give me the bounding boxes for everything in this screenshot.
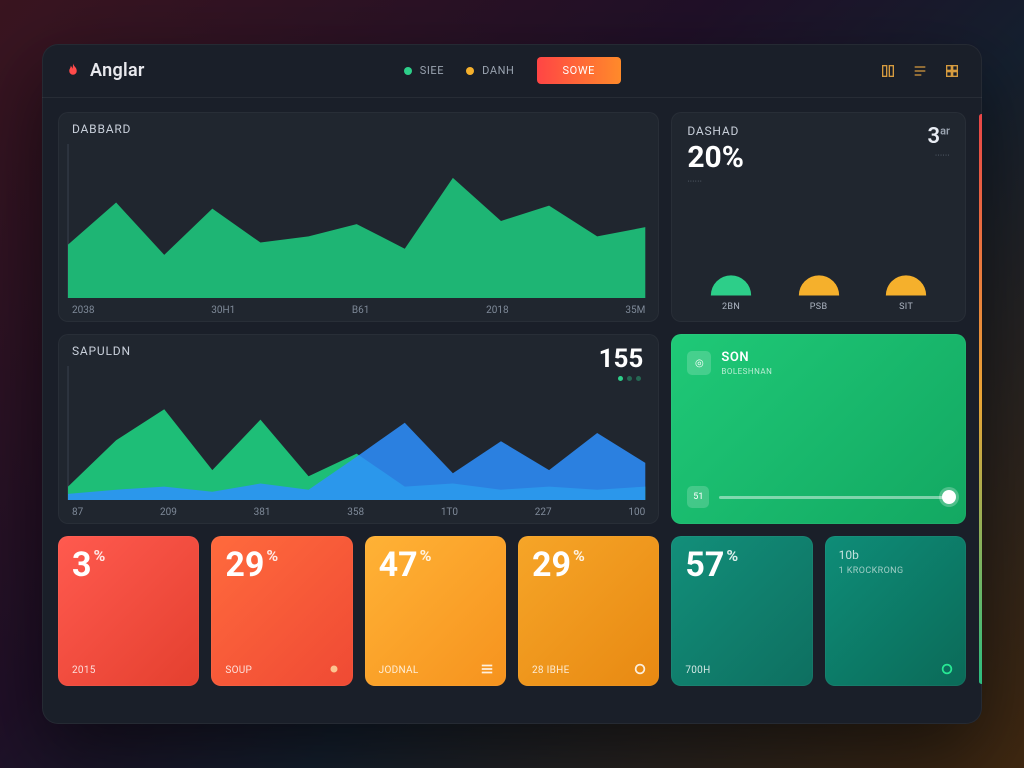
stat-sub: 2015 [72,665,185,676]
slider-thumb[interactable] [942,490,956,504]
tick: 227 [535,507,552,518]
stat-value: 47 [379,545,418,585]
tick: B61 [352,305,369,316]
stat-sub: JODNAL [379,665,492,676]
card-title: SAPULDN [72,344,131,358]
brand[interactable]: Anglar [64,60,145,81]
son-subtitle: BOLESHNAN [721,367,772,376]
menu-icon [480,662,494,676]
panel-icon[interactable] [880,63,896,79]
stat-top: 10b [839,548,952,562]
stat-card-0[interactable]: 3% 2015 [58,536,199,686]
stat-value: 3 [72,545,92,585]
gauges-row: 2BN PSB SIT [687,264,950,312]
edge-accent [979,114,982,684]
brand-name: Anglar [90,60,145,81]
dashad-mini: ······ [687,177,744,186]
nav-label: SIEE [420,64,444,77]
tick: 358 [347,507,364,518]
gauge-icon [882,270,930,298]
card-dabbard-chart: DABBARD 2038 30H1 B61 2018 35M [58,112,659,322]
box-icon: ◎ [687,351,711,375]
gauge-label: 2BN [722,302,740,312]
nav-item-1[interactable]: DANH [466,64,514,77]
series-a [68,178,645,298]
stat-card-4[interactable]: 57% 700H [671,536,812,686]
stat-card-5[interactable]: 10b 1 KROCKRONG [825,536,966,686]
grid-icon[interactable] [944,63,960,79]
tick: 2018 [486,305,508,316]
dot-icon [404,67,412,75]
stat-sub: SOUP [225,665,338,676]
dashad-title: DASHAD [687,124,744,138]
gauge-icon [707,270,755,298]
nav-label: DANH [482,64,514,77]
dashad-percent: 20% [687,140,744,175]
nav-center: SIEE DANH SOWE [159,57,866,84]
tick: 1T0 [441,507,458,518]
card-dashad: DASHAD 20% ······ 3ar ······ 2BN PSB [671,112,966,322]
stat-card-2[interactable]: 47% JODNAL [365,536,506,686]
gauge-icon [795,270,843,298]
card-sapuldn-chart: SAPULDN 155 87 209 381 358 1T0 227 100 [58,334,659,524]
dot-icon [327,662,341,676]
ring-icon [940,662,954,676]
slider-track[interactable] [719,496,950,499]
tick: 87 [72,507,83,518]
tick: 2038 [72,305,94,316]
nav-item-0[interactable]: SIEE [404,64,444,77]
gauge-label: SIT [899,302,913,312]
gauge-1[interactable]: PSB [789,270,849,312]
body-grid: DABBARD 2038 30H1 B61 2018 35M DASHAD 20… [42,98,982,724]
card-title: DABBARD [72,122,131,136]
tick: 100 [628,507,645,518]
stat-sub: 700H [685,665,798,676]
area-chart-sapuldn [58,366,659,500]
header: Anglar SIEE DANH SOWE [42,44,982,98]
stat-value: 29 [532,545,571,585]
x-axis-ticks: 87 209 381 358 1T0 227 100 [72,507,645,518]
app-window: Anglar SIEE DANH SOWE DABBARD [42,44,982,724]
stat-mid: 1 KROCKRONG [839,566,952,576]
tick: 35M [625,305,645,316]
dashad-mini2: ······ [928,151,950,160]
flame-icon [64,62,82,80]
stack-icon[interactable] [912,63,928,79]
area-chart-dabbard [58,144,659,298]
dashad-side: 3ar [928,124,950,149]
tick: 30H1 [211,305,235,316]
tick: 381 [254,507,271,518]
son-title: SON [721,350,772,365]
slider-value: 51 [687,486,709,508]
gauge-0[interactable]: 2BN [701,270,761,312]
header-icons [880,63,960,79]
stat-card-1[interactable]: 29% SOUP [211,536,352,686]
ring-icon [633,662,647,676]
son-slider[interactable]: 51 [687,486,950,508]
x-axis-ticks: 2038 30H1 B61 2018 35M [72,305,645,316]
dot-icon [466,67,474,75]
stat-value: 57 [685,545,724,585]
nav-tab-active[interactable]: SOWE [537,57,622,84]
gauge-label: PSB [810,302,828,312]
stat-card-3[interactable]: 29% 28 IBHE [518,536,659,686]
card-son: ◎ SON BOLESHNAN 51 [671,334,966,524]
tick: 209 [160,507,177,518]
stat-sub: 28 IBHE [532,665,645,676]
gauge-2[interactable]: SIT [876,270,936,312]
stat-value: 29 [225,545,264,585]
